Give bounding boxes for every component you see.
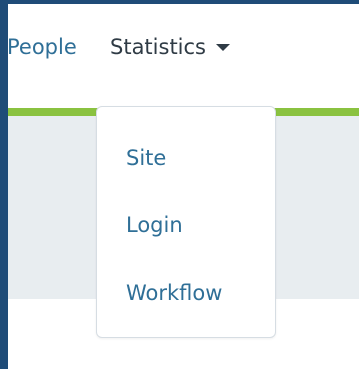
nav-statistics-label: Statistics [110,35,206,59]
chevron-down-icon [216,44,230,51]
top-navigation: People Statistics [7,4,359,108]
statistics-dropdown-menu: Site Login Workflow [96,106,276,338]
menu-item-workflow[interactable]: Workflow [126,280,222,306]
menu-item-login[interactable]: Login [126,212,183,238]
nav-people-link[interactable]: People [7,34,77,60]
nav-statistics-dropdown[interactable]: Statistics [110,34,230,60]
menu-item-site[interactable]: Site [126,145,166,171]
